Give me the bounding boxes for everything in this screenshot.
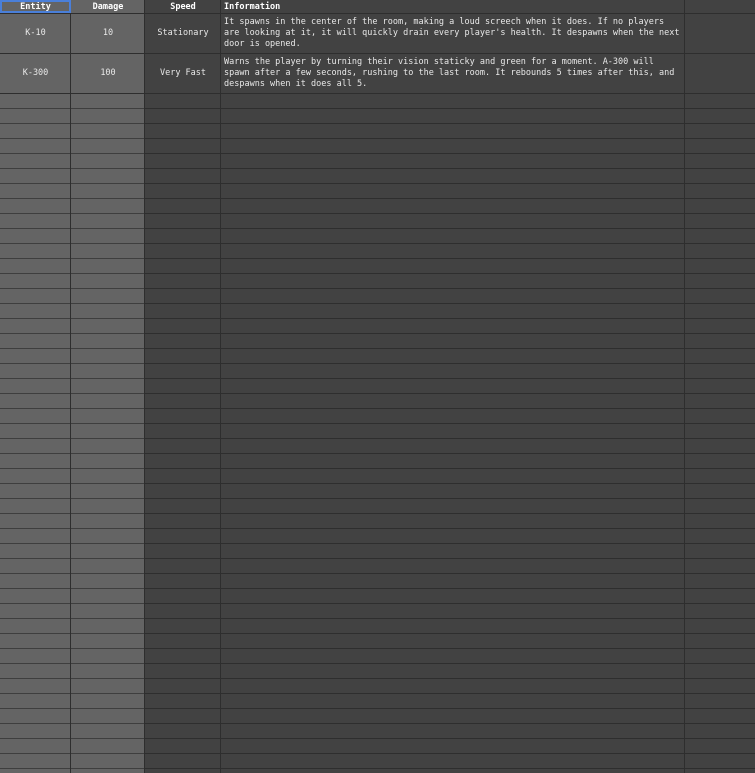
- grid-line: [684, 0, 685, 773]
- empty-cell[interactable]: [685, 54, 755, 93]
- cell-speed[interactable]: Stationary: [145, 14, 221, 53]
- table-row: K-300 100 Very Fast Warns the player by …: [0, 54, 755, 94]
- grid-line: [144, 0, 145, 773]
- header-cell-damage[interactable]: Damage: [71, 0, 145, 13]
- header-cell-entity[interactable]: Entity: [0, 0, 71, 13]
- header-cell-speed[interactable]: Speed: [145, 0, 221, 13]
- empty-rows-grid: [0, 94, 755, 773]
- cell-speed[interactable]: Very Fast: [145, 54, 221, 93]
- cell-damage[interactable]: 10: [71, 14, 145, 53]
- empty-cell[interactable]: [685, 14, 755, 53]
- cell-entity[interactable]: K-300: [0, 54, 71, 93]
- table-row: K-10 10 Stationary It spawns in the cent…: [0, 14, 755, 54]
- grid-line: [70, 0, 71, 773]
- cell-damage[interactable]: 100: [71, 54, 145, 93]
- header-row: Entity Damage Speed Information: [0, 0, 755, 14]
- cell-information[interactable]: Warns the player by turning their vision…: [221, 54, 685, 93]
- cell-entity[interactable]: K-10: [0, 14, 71, 53]
- grid-line: [220, 0, 221, 773]
- header-cell-information[interactable]: Information: [221, 0, 685, 13]
- spreadsheet: Entity Damage Speed Information K-10 10 …: [0, 0, 755, 773]
- cell-information[interactable]: It spawns in the center of the room, mak…: [221, 14, 685, 53]
- empty-cell[interactable]: [685, 0, 755, 13]
